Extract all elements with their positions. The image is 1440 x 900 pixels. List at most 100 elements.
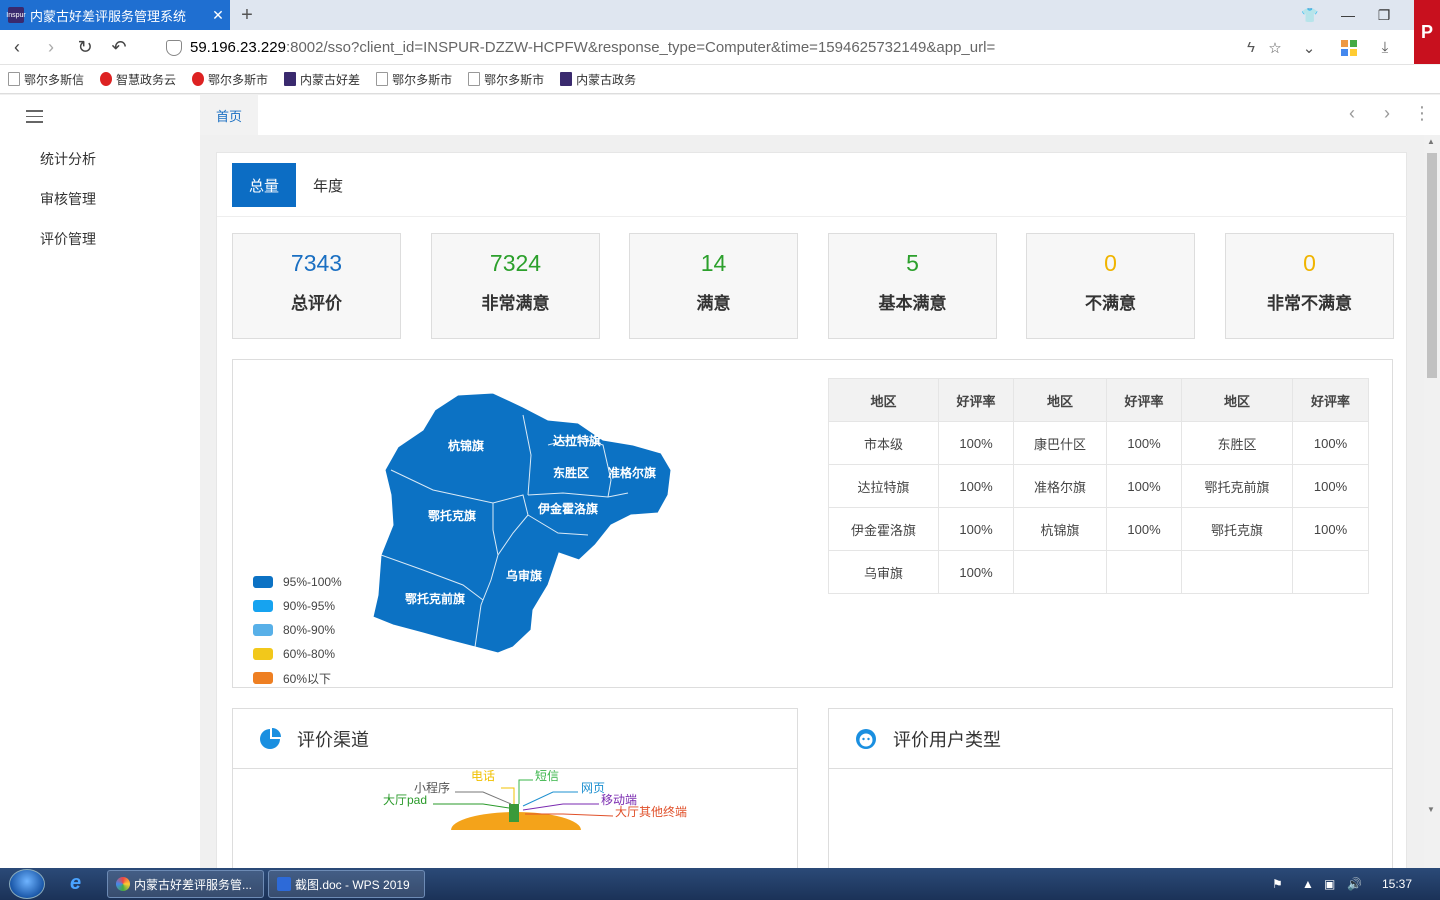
new-tab-icon[interactable]: + — [236, 4, 258, 27]
apps-grid-icon[interactable] — [1334, 30, 1364, 65]
stat-label: 不满意 — [1085, 294, 1136, 313]
close-tab-icon[interactable]: ✕ — [206, 7, 230, 24]
gov-cloud-icon — [100, 72, 113, 86]
volume-icon[interactable]: 🔊 — [1347, 868, 1362, 900]
table-cell: 100% — [1106, 421, 1182, 465]
url-field[interactable]: 59.196.23.229 :8002/sso?client_id=INSPUR… — [160, 34, 1320, 61]
sidebar-item-evaluation[interactable]: 评价管理 — [40, 229, 96, 249]
browser-tab-active[interactable]: Inspur 内蒙古好差评服务管理系统 ✕ — [0, 0, 230, 30]
bookmark-label: 鄂尔多斯市 — [484, 72, 545, 87]
bookmark-item[interactable]: 鄂尔多斯市 — [468, 71, 544, 88]
scroll-down-icon[interactable]: ▼ — [1427, 805, 1435, 814]
apps-grid-svg — [1341, 39, 1357, 56]
channel-panel-header: 评价渠道 — [233, 709, 797, 769]
network-icon[interactable]: ▣ — [1324, 868, 1335, 900]
download-icon[interactable]: ⤓ — [1370, 30, 1400, 65]
label-hall-other: 大厅其他终端 — [615, 804, 687, 819]
sidebar-item-review[interactable]: 审核管理 — [40, 189, 96, 209]
stat-very-unsatisfied: 0 非常不满意 — [1225, 233, 1394, 339]
bookmark-label: 鄂尔多斯市 — [208, 72, 269, 87]
vertical-scrollbar[interactable]: ▲ ▼ — [1424, 135, 1440, 868]
scroll-up-icon[interactable]: ▲ — [1427, 137, 1435, 146]
table-cell: 准格尔旗 — [1013, 464, 1107, 508]
legend-item[interactable]: 60%以下 — [253, 666, 342, 690]
clock[interactable]: 15:37 — [1382, 868, 1412, 900]
browser-tab-title: 内蒙古好差评服务管理系统 — [30, 8, 187, 24]
table-cell — [1181, 550, 1293, 594]
table-cell: 达拉特旗 — [828, 464, 939, 508]
flag-icon[interactable]: ⚑ — [1272, 868, 1283, 900]
col-region: 地区 — [828, 378, 939, 422]
wps-app-icon — [277, 877, 291, 891]
user-type-panel-header: 评价用户类型 — [829, 709, 1392, 769]
table-cell: 100% — [938, 464, 1014, 508]
table-cell: 100% — [1292, 421, 1369, 465]
table-cell: 100% — [1106, 507, 1182, 551]
tab-home[interactable]: 首页 — [200, 95, 258, 135]
tab-total[interactable]: 总量 — [232, 163, 296, 207]
more-vertical-icon[interactable]: ⋮ — [1410, 103, 1434, 124]
skin-icon[interactable]: 👕 — [1292, 0, 1328, 30]
stat-satisfied: 14 满意 — [629, 233, 798, 339]
label-sms: 短信 — [535, 770, 559, 783]
sidebar-item-statistics[interactable]: 统计分析 — [40, 149, 96, 169]
taskbar-item-browser[interactable]: 内蒙古好差评服务管... — [107, 870, 264, 898]
legend-label: 95%-100% — [283, 575, 342, 589]
bookmark-item[interactable]: 内蒙古政务 — [560, 71, 636, 88]
tray-expand-icon[interactable]: ▲ — [1302, 868, 1314, 900]
table-cell — [1106, 550, 1182, 594]
taskbar-item-wps[interactable]: 截图.doc - WPS 2019 — [268, 870, 425, 898]
channel-panel-title: 评价渠道 — [297, 729, 369, 750]
forward-icon[interactable]: › — [34, 30, 68, 64]
page-icon — [8, 72, 20, 86]
stat-value: 0 — [1303, 250, 1316, 276]
stat-unsatisfied: 0 不满意 — [1026, 233, 1195, 339]
table-cell: 杭锦旗 — [1013, 507, 1107, 551]
col-rate: 好评率 — [938, 378, 1014, 422]
channel-panel: 评价渠道 电话 短信 小程序 网页 大厅pad 移动端 大厅其他终端 — [232, 708, 798, 868]
table-row: 达拉特旗 100% 准格尔旗 100% 鄂托克前旗 100% — [828, 464, 1369, 508]
url-path: :8002/sso?client_id=INSPUR-DZZW-HCPFW&re… — [285, 39, 996, 56]
restore-icon[interactable]: ❐ — [1366, 0, 1402, 30]
chevron-right-icon[interactable]: › — [1375, 103, 1399, 124]
bookmark-label: 内蒙古政务 — [576, 72, 637, 87]
bookmark-item[interactable]: 鄂尔多斯市 — [192, 71, 268, 88]
scrollbar-thumb[interactable] — [1427, 153, 1437, 378]
table-cell: 市本级 — [828, 421, 939, 465]
chevron-left-icon[interactable]: ‹ — [1340, 103, 1364, 124]
stat-label: 总评价 — [291, 294, 342, 313]
bookmark-item[interactable]: 鄂尔多斯市 — [376, 71, 452, 88]
table-cell: 100% — [1292, 507, 1369, 551]
bookmark-item[interactable]: 智慧政务云 — [100, 71, 176, 88]
tab-annual[interactable]: 年度 — [296, 163, 360, 207]
legend-swatch — [253, 600, 273, 612]
sidebar: 统计分析 审核管理 评价管理 — [0, 95, 200, 868]
legend-item[interactable]: 80%-90% — [253, 618, 342, 642]
back-icon[interactable]: ‹ — [0, 30, 34, 64]
minimize-icon[interactable]: — — [1330, 0, 1366, 30]
legend-item[interactable]: 95%-100% — [253, 570, 342, 594]
taskbar-item-label: 截图.doc - WPS 2019 — [295, 877, 410, 892]
label-phone: 电话 — [471, 770, 495, 783]
taskbar-item-label: 内蒙古好差评服务管... — [134, 877, 253, 892]
legend-item[interactable]: 90%-95% — [253, 594, 342, 618]
bookmark-item[interactable]: 鄂尔多斯信 — [8, 71, 84, 88]
main-content: 总量 年度 7343 总评价 7324 非常满意 14 满意 5 基本满意 0 … — [200, 135, 1424, 868]
stat-value: 5 — [906, 250, 919, 276]
reload-icon[interactable]: ↻ — [68, 30, 102, 64]
start-button-icon[interactable] — [9, 869, 45, 899]
legend-item[interactable]: 60%-80% — [253, 642, 342, 666]
pie-slice-small[interactable] — [509, 804, 519, 822]
bookmark-item[interactable]: 内蒙古好差 — [284, 71, 360, 88]
ie-browser-icon[interactable]: e — [70, 872, 81, 895]
map-region-shape[interactable] — [372, 392, 672, 654]
map-legend: 95%-100% 90%-95% 80%-90% 60%-80% 60%以下 — [253, 570, 342, 690]
star-icon[interactable]: ☆ — [1260, 30, 1290, 65]
legend-label: 60%以下 — [283, 671, 332, 686]
undo-icon[interactable]: ↶ — [102, 30, 136, 64]
stat-value: 0 — [1104, 250, 1117, 276]
chevron-down-icon[interactable]: ⌄ — [1294, 30, 1324, 65]
hamburger-menu-icon[interactable] — [26, 110, 43, 127]
address-bar: ‹ › ↻ ↶ 59.196.23.229 :8002/sso?client_i… — [0, 30, 1414, 65]
bookmark-label: 智慧政务云 — [116, 72, 177, 87]
